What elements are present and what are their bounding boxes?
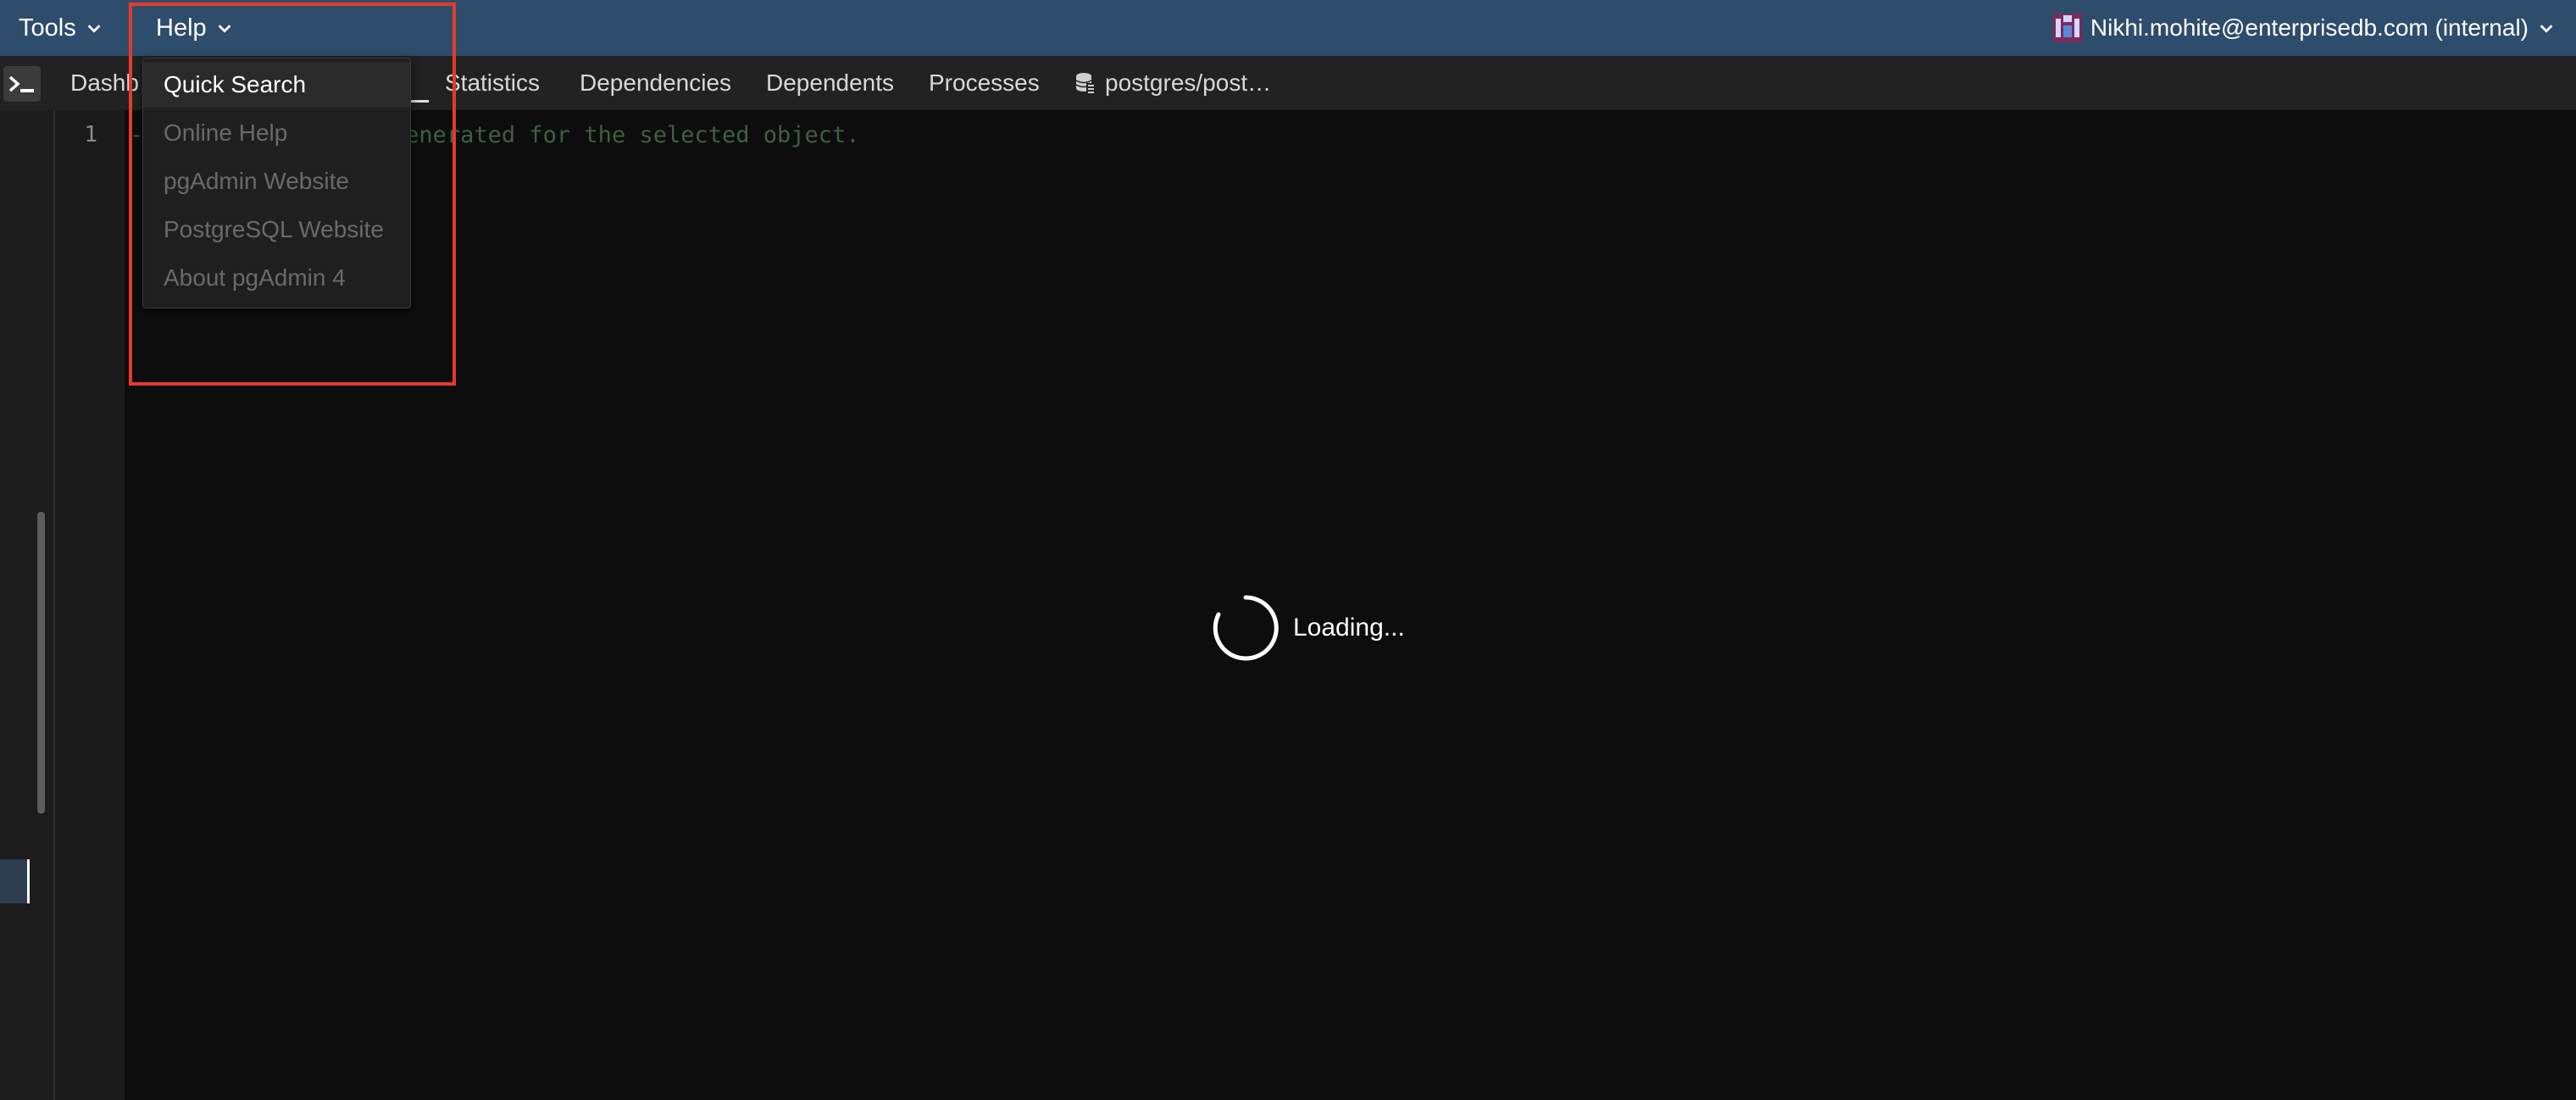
help-dropdown-menu: Quick Search Online Help pgAdmin Website… xyxy=(142,58,411,308)
tab-active-indicator xyxy=(410,100,429,103)
tab-processes-label: Processes xyxy=(929,69,1040,96)
tab-statistics[interactable]: Statistics xyxy=(445,56,540,110)
help-menu-button[interactable]: Help xyxy=(156,0,234,56)
tab-dependencies[interactable]: Dependencies xyxy=(580,56,731,110)
menu-item-online-help[interactable]: Online Help xyxy=(143,110,410,156)
menu-item-label: Online Help xyxy=(164,119,288,146)
tools-menu-label: Tools xyxy=(19,14,76,42)
loading-indicator: Loading... xyxy=(1210,592,1405,664)
menu-item-postgresql-website[interactable]: PostgreSQL Website xyxy=(143,207,410,253)
menu-item-label: PostgreSQL Website xyxy=(164,216,384,242)
menu-item-label: About pgAdmin 4 xyxy=(164,264,346,291)
chevron-down-icon xyxy=(2540,25,2553,33)
app-window: Tools Help Nikhi.mohite@enterprisedb.com… xyxy=(0,0,2576,1100)
tab-dashboard-label: Dashb xyxy=(70,69,139,96)
loading-text: Loading... xyxy=(1293,614,1405,642)
tab-dependents[interactable]: Dependents xyxy=(766,56,894,110)
menubar: Tools Help Nikhi.mohite@enterprisedb.com… xyxy=(0,0,2576,57)
psql-tool-button[interactable] xyxy=(3,66,41,102)
tab-statistics-label: Statistics xyxy=(445,69,541,96)
chevron-down-icon xyxy=(87,25,101,33)
user-email: Nikhi.mohite@enterprisedb.com (internal) xyxy=(2090,14,2529,41)
tab-processes[interactable]: Processes xyxy=(929,56,1040,110)
chevron-down-icon xyxy=(218,25,231,33)
menu-item-quick-search[interactable]: Quick Search xyxy=(143,62,410,108)
tab-query-tool[interactable]: postgres/post… xyxy=(1074,56,1271,110)
help-menu-label: Help xyxy=(156,14,207,42)
spinner-icon xyxy=(1213,595,1279,661)
user-avatar-icon xyxy=(2052,14,2082,42)
browser-scrollbar[interactable] xyxy=(37,512,45,814)
line-number: 1 xyxy=(84,122,97,147)
menu-item-about-pgadmin[interactable]: About pgAdmin 4 xyxy=(143,255,410,301)
tab-dependencies-label: Dependencies xyxy=(580,69,732,96)
editor-gutter: 1 xyxy=(55,110,125,1100)
menu-item-pgadmin-website[interactable]: pgAdmin Website xyxy=(143,158,410,204)
selected-tree-node[interactable] xyxy=(0,859,27,903)
tools-menu-button[interactable]: Tools xyxy=(19,0,103,56)
tab-dependents-label: Dependents xyxy=(766,69,895,96)
menu-item-label: Quick Search xyxy=(164,71,307,97)
object-browser-panel xyxy=(0,110,55,1100)
text-cursor xyxy=(27,859,30,903)
menu-item-label: pgAdmin Website xyxy=(164,168,349,194)
tab-dashboard[interactable]: Dashb xyxy=(70,56,139,110)
user-menu-button[interactable]: Nikhi.mohite@enterprisedb.com (internal) xyxy=(2052,0,2556,56)
terminal-icon xyxy=(8,75,34,92)
database-icon xyxy=(1075,73,1096,94)
tab-query-tool-label: postgres/post… xyxy=(1105,69,1272,96)
